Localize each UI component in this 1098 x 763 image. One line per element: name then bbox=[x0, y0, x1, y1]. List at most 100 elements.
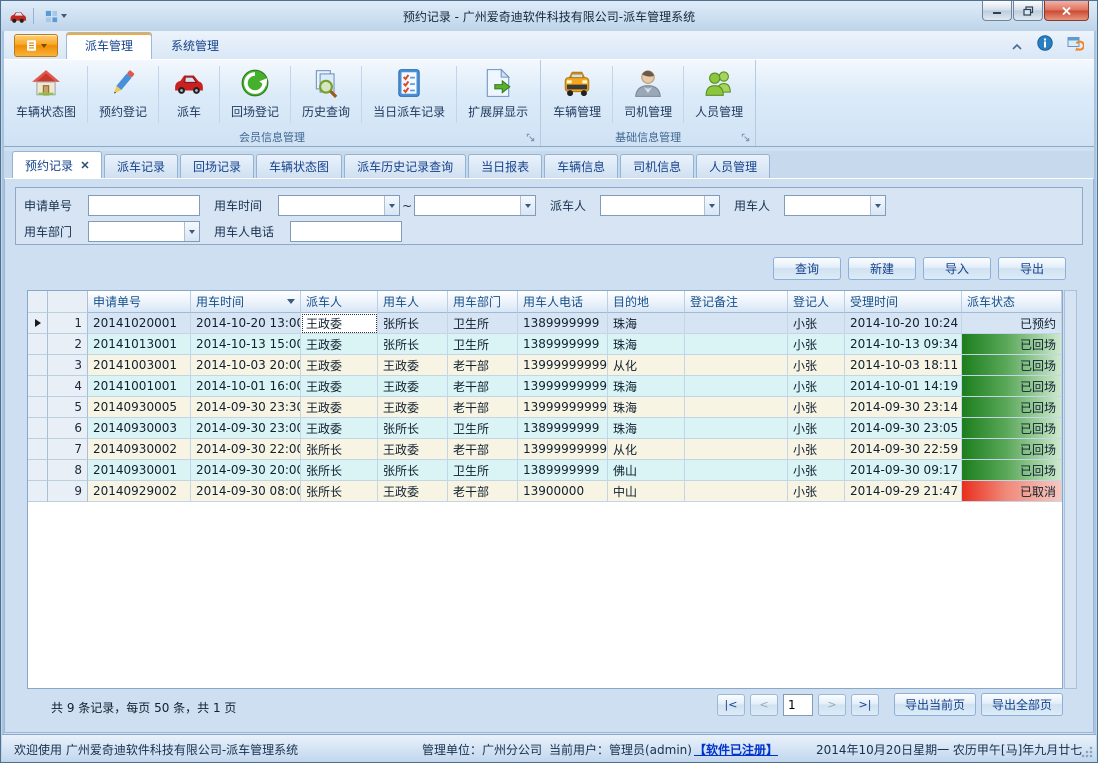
grid-cell[interactable]: 2014-10-13 15:00 bbox=[191, 334, 301, 355]
combo-dropdown-button[interactable] bbox=[520, 196, 535, 215]
action-button-2[interactable]: 新建 bbox=[848, 257, 916, 280]
tab-close-icon[interactable] bbox=[81, 159, 89, 171]
grid-cell[interactable]: 珠海 bbox=[608, 313, 685, 334]
quick-access-button[interactable] bbox=[40, 7, 71, 26]
grid-cell[interactable]: 老干部 bbox=[448, 376, 518, 397]
filter-combo[interactable] bbox=[785, 196, 870, 215]
page-number-input[interactable] bbox=[783, 694, 813, 716]
filter-combo[interactable] bbox=[601, 196, 704, 215]
grid-cell[interactable]: 王政委 bbox=[301, 397, 378, 418]
doc-tab-7[interactable]: 车辆信息 bbox=[544, 154, 618, 178]
doc-tab-9[interactable]: 人员管理 bbox=[696, 154, 770, 178]
grid-cell[interactable]: 王政委 bbox=[378, 376, 448, 397]
grid-cell[interactable] bbox=[685, 481, 788, 502]
column-header-5[interactable]: 用车部门 bbox=[448, 291, 518, 313]
grid-cell[interactable]: 2014-09-29 21:47 bbox=[845, 481, 962, 502]
column-header-8[interactable]: 登记备注 bbox=[685, 291, 788, 313]
filter-combo[interactable] bbox=[415, 196, 520, 215]
table-row[interactable]: 5201409300052014-09-30 23:30王政委王政委老干部139… bbox=[28, 397, 1062, 418]
grid-cell[interactable]: 2014-09-30 23:05 bbox=[845, 418, 962, 439]
grid-cell[interactable]: 王政委 bbox=[378, 355, 448, 376]
grid-cell[interactable]: 王政委 bbox=[301, 376, 378, 397]
grid-cell[interactable]: 13900000 bbox=[518, 481, 608, 502]
grid-cell[interactable]: 老干部 bbox=[448, 355, 518, 376]
ribbon-button-4[interactable]: 回场登记 bbox=[221, 62, 289, 127]
grid-cell[interactable]: 卫生所 bbox=[448, 313, 518, 334]
grid-cell[interactable]: 王政委 bbox=[301, 418, 378, 439]
grid-cell[interactable]: 佛山 bbox=[608, 460, 685, 481]
software-registered-link[interactable]: 【软件已注册】 bbox=[694, 741, 778, 758]
first-page-button[interactable]: |< bbox=[717, 694, 745, 716]
grid-cell[interactable]: 小张 bbox=[788, 355, 845, 376]
grid-cell[interactable]: 1389999999 bbox=[518, 460, 608, 481]
grid-cell[interactable]: 珠海 bbox=[608, 397, 685, 418]
combo-dropdown-button[interactable] bbox=[704, 196, 719, 215]
close-button[interactable] bbox=[1044, 1, 1089, 21]
grid-cell[interactable]: 珠海 bbox=[608, 334, 685, 355]
grid-cell[interactable]: 小张 bbox=[788, 334, 845, 355]
grid-cell[interactable]: 王政委 bbox=[378, 439, 448, 460]
grid-cell[interactable]: 2014-09-30 22:00 bbox=[191, 439, 301, 460]
grid-cell[interactable] bbox=[685, 397, 788, 418]
table-row[interactable]: 4201410010012014-10-01 16:00王政委王政委老干部139… bbox=[28, 376, 1062, 397]
grid-cell[interactable]: 13999999999 bbox=[518, 439, 608, 460]
grid-cell[interactable]: 20140930005 bbox=[88, 397, 191, 418]
ribbon-button-1[interactable]: 车辆管理 bbox=[543, 62, 611, 127]
grid-cell[interactable]: 2014-09-30 23:00 bbox=[191, 418, 301, 439]
grid-cell[interactable]: 13999999999 bbox=[518, 376, 608, 397]
column-header-6[interactable]: 用车人电话 bbox=[518, 291, 608, 313]
collapse-ribbon-icon[interactable] bbox=[1011, 36, 1023, 55]
grid-cell[interactable]: 卫生所 bbox=[448, 460, 518, 481]
app-car-icon[interactable] bbox=[9, 8, 27, 24]
minimize-button[interactable] bbox=[982, 1, 1012, 21]
column-header-2[interactable]: 用车时间 bbox=[191, 291, 301, 313]
filter-input[interactable] bbox=[291, 222, 401, 241]
grid-cell[interactable]: 20140930003 bbox=[88, 418, 191, 439]
grid-cell[interactable]: 2014-09-30 08:00 bbox=[191, 481, 301, 502]
doc-tab-5[interactable]: 派车历史记录查询 bbox=[344, 154, 466, 178]
last-page-button[interactable]: >| bbox=[851, 694, 879, 716]
ribbon-tab-1[interactable]: 派车管理 bbox=[66, 32, 152, 59]
grid-cell[interactable]: 2014-09-30 22:59 bbox=[845, 439, 962, 460]
export-all-pages-button[interactable]: 导出全部页 bbox=[981, 693, 1063, 716]
grid-cell[interactable]: 20140930001 bbox=[88, 460, 191, 481]
column-header-4[interactable]: 用车人 bbox=[378, 291, 448, 313]
grid-cell[interactable]: 张所长 bbox=[378, 313, 448, 334]
doc-tab-6[interactable]: 当日报表 bbox=[468, 154, 542, 178]
column-header-1[interactable]: 申请单号 bbox=[88, 291, 191, 313]
resize-grip-icon[interactable] bbox=[1081, 746, 1093, 758]
application-menu-button[interactable] bbox=[14, 34, 58, 57]
ribbon-button-3[interactable]: 派车 bbox=[160, 62, 218, 127]
grid-cell[interactable]: 王政委 bbox=[301, 313, 378, 334]
action-button-1[interactable]: 查询 bbox=[773, 257, 841, 280]
ribbon-tab-2[interactable]: 系统管理 bbox=[152, 32, 238, 59]
grid-cell[interactable]: 珠海 bbox=[608, 376, 685, 397]
grid-cell[interactable]: 从化 bbox=[608, 439, 685, 460]
dialog-launcher-icon[interactable] bbox=[739, 131, 751, 143]
vertical-scrollbar[interactable] bbox=[1064, 290, 1077, 689]
grid-cell[interactable]: 2014-09-30 09:17 bbox=[845, 460, 962, 481]
grid-cell[interactable]: 从化 bbox=[608, 355, 685, 376]
filter-input[interactable] bbox=[89, 196, 199, 215]
grid-cell[interactable]: 13999999999 bbox=[518, 397, 608, 418]
ribbon-button-1[interactable]: 车辆状态图 bbox=[6, 62, 86, 127]
grid-cell[interactable]: 老干部 bbox=[448, 439, 518, 460]
ribbon-button-2[interactable]: 司机管理 bbox=[614, 62, 682, 127]
export-current-page-button[interactable]: 导出当前页 bbox=[894, 693, 976, 716]
table-row[interactable]: 1201410200012014-10-20 13:00王政委张所长卫生所138… bbox=[28, 313, 1062, 334]
table-row[interactable]: 8201409300012014-09-30 20:00张所长张所长卫生所138… bbox=[28, 460, 1062, 481]
window-refresh-icon[interactable] bbox=[1067, 35, 1084, 55]
restore-button[interactable] bbox=[1013, 1, 1043, 21]
grid-cell[interactable]: 2014-10-03 18:11 bbox=[845, 355, 962, 376]
grid-cell[interactable]: 老干部 bbox=[448, 397, 518, 418]
action-button-3[interactable]: 导入 bbox=[923, 257, 991, 280]
prev-page-button[interactable]: < bbox=[750, 694, 778, 716]
table-row[interactable]: 9201409290022014-09-30 08:00张所长王政委老干部139… bbox=[28, 481, 1062, 502]
grid-cell[interactable]: 王政委 bbox=[378, 397, 448, 418]
doc-tab-2[interactable]: 派车记录 bbox=[104, 154, 178, 178]
grid-cell[interactable]: 2014-10-01 14:19 bbox=[845, 376, 962, 397]
grid-cell[interactable]: 20141013001 bbox=[88, 334, 191, 355]
combo-dropdown-button[interactable] bbox=[184, 222, 199, 241]
sort-filter-icon[interactable] bbox=[287, 299, 295, 304]
grid-cell[interactable]: 小张 bbox=[788, 481, 845, 502]
